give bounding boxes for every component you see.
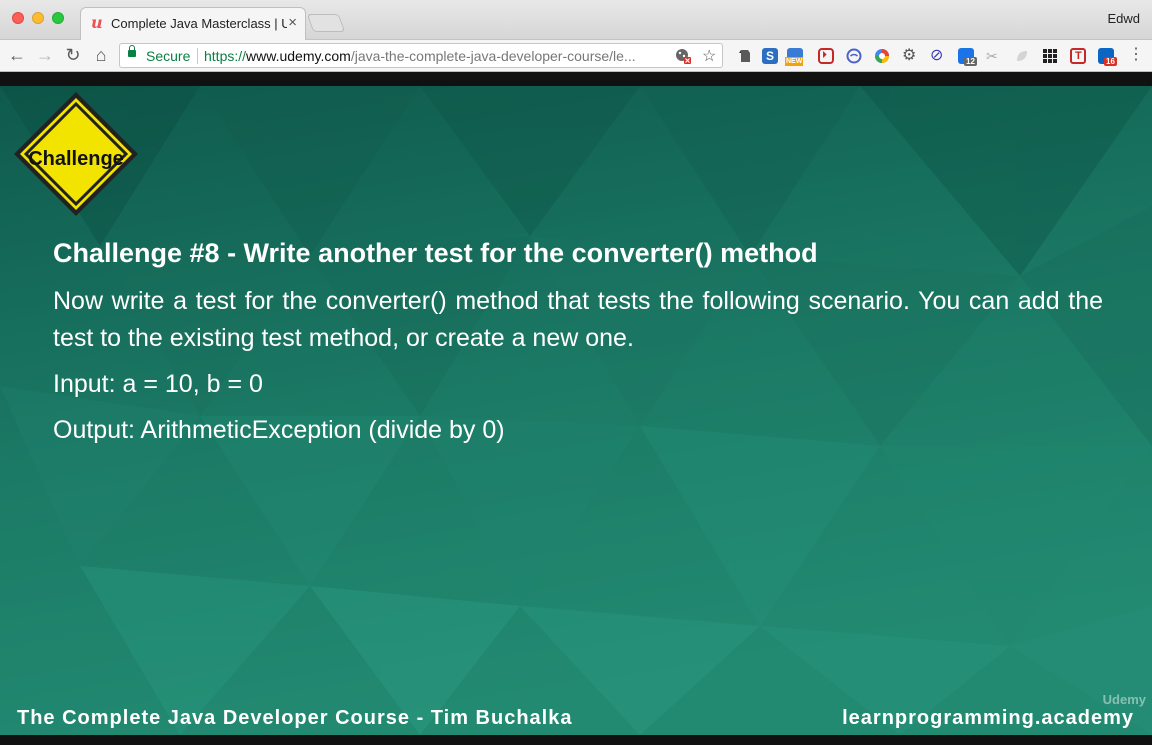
lock-icon xyxy=(128,45,136,57)
url-text[interactable]: https://www.udemy.com/java-the-complete-… xyxy=(204,48,664,64)
browser-window: u Complete Java Masterclass | Udemy × Ed… xyxy=(0,0,1152,745)
color-extension-icon[interactable] xyxy=(874,48,890,64)
pocket-extension-icon[interactable] xyxy=(846,48,862,64)
url-host: www.udemy.com xyxy=(246,48,351,64)
close-window-button[interactable] xyxy=(12,12,24,24)
lecture-slide: Challenge Challenge #8 - Write another t… xyxy=(0,86,1152,735)
tab-title: Complete Java Masterclass | Udemy xyxy=(111,16,287,31)
slide-paragraph: Now write a test for the converter() met… xyxy=(53,287,1103,352)
slide-heading: Challenge #8 - Write another test for th… xyxy=(53,238,818,268)
t-extension-icon[interactable]: T xyxy=(1070,48,1086,64)
website-footer: learnprogramming.academy xyxy=(842,707,1134,729)
count-12-badge: 12 xyxy=(964,57,977,66)
evernote-extension-icon[interactable] xyxy=(737,48,753,64)
gear-extension-icon[interactable]: ⚙ xyxy=(902,48,918,64)
grid-extension-icon[interactable] xyxy=(1042,48,1058,64)
udemy-watermark: Udemy xyxy=(1102,692,1146,707)
home-icon[interactable]: ⌂ xyxy=(90,44,112,66)
t-extension-label: T xyxy=(1075,50,1082,62)
lastpass-extension-icon[interactable]: ⏵ xyxy=(818,48,834,64)
bookmark-star-icon[interactable]: ☆ xyxy=(702,46,716,66)
url-scheme: https:// xyxy=(204,48,247,64)
minimize-window-button[interactable] xyxy=(32,12,44,24)
new-tab-button[interactable] xyxy=(306,14,346,32)
new-badge: NEW xyxy=(785,57,804,66)
output-line: Output: ArithmeticException (divide by 0… xyxy=(53,416,505,444)
count-extension-icon[interactable]: 12 xyxy=(958,48,977,66)
tab-close-icon[interactable]: × xyxy=(288,14,297,32)
blocked-cookies-icon[interactable] xyxy=(675,48,691,67)
address-bar[interactable]: Secure https://www.udemy.com/java-the-co… xyxy=(119,43,723,68)
block-extension-icon[interactable]: ⊘ xyxy=(930,48,946,64)
address-separator xyxy=(197,48,198,64)
maximize-window-button[interactable] xyxy=(52,12,64,24)
linkedin-extension-icon[interactable]: 16 xyxy=(1098,48,1117,66)
sign-label: Challenge xyxy=(28,148,124,170)
count-16-badge: 16 xyxy=(1104,57,1117,66)
browser-toolbar: ← → ↻ ⌂ Secure https://www.udemy.com/jav… xyxy=(0,40,1152,72)
back-arrow-icon[interactable]: ← xyxy=(6,44,28,66)
tab-strip: u Complete Java Masterclass | Udemy × Ed… xyxy=(0,0,1152,40)
video-player[interactable]: Challenge Challenge #8 - Write another t… xyxy=(0,72,1152,745)
url-path: /java-the-complete-java-developer-course… xyxy=(350,48,636,64)
triangle-pattern-background xyxy=(0,86,1152,735)
lastpass-glyph: ⏵ xyxy=(822,50,827,61)
secure-label: Secure xyxy=(146,48,191,64)
udemy-favicon-icon: u xyxy=(91,13,103,32)
tab-udemy[interactable]: u Complete Java Masterclass | Udemy × xyxy=(80,7,306,40)
course-title-footer: The Complete Java Developer Course - Tim… xyxy=(17,707,573,729)
reload-icon[interactable]: ↻ xyxy=(62,44,84,66)
input-line: Input: a = 10, b = 0 xyxy=(53,370,263,398)
chrome-menu-icon[interactable]: ⋮ xyxy=(1128,44,1144,66)
forward-arrow-icon[interactable]: → xyxy=(34,44,56,66)
profile-name[interactable]: Edwd xyxy=(1107,11,1140,26)
leaf-extension-icon[interactable] xyxy=(1014,48,1030,64)
new-extension-icon[interactable]: NEW xyxy=(785,48,804,66)
scissors-extension-icon[interactable]: ✂ xyxy=(986,48,1002,64)
s-extension-label: S xyxy=(766,49,775,63)
video-top-bar xyxy=(0,72,1152,86)
s-extension-icon[interactable]: S xyxy=(762,48,778,64)
video-bottom-bar xyxy=(0,735,1152,745)
